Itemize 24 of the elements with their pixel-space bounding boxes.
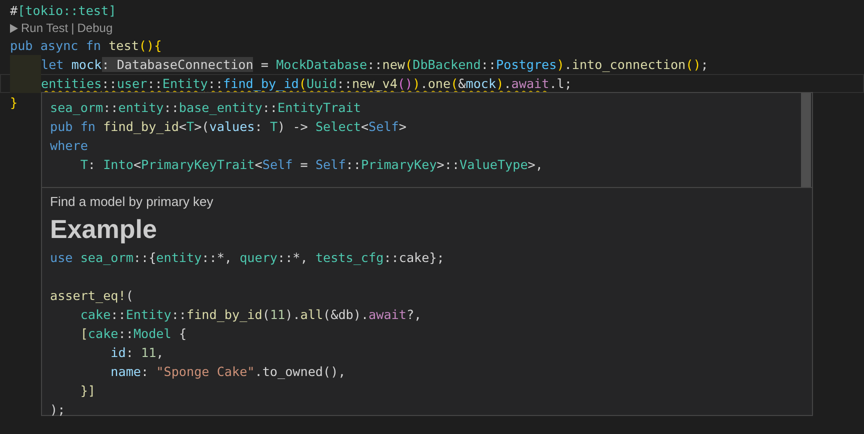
separator-text: | [71,20,74,36]
code-line: entities::user::Entity::find_by_id(Uuid::new_v4()).one(&mock).await.l; [41,75,572,93]
code-line: id: 11, [110,344,165,362]
code-line: #[tokio::test] [10,2,118,20]
code-line: name: "Sponge Cake".to_owned(), [110,363,347,381]
description-text: Find a model by primary key [50,193,214,211]
code-line: cake::Entity::find_by_id(11).all(&db).await?, [79,306,423,324]
code-line: use sea_orm::{entity::*, query::*, tests_cfg::cake}; [50,249,446,267]
code-line: assert_eq!( [50,287,134,305]
code-line: pub async fn test(){ [10,37,162,55]
signature-line: sea_orm::entity::base_entity::EntityTrait [50,99,362,117]
code-line: }] [79,382,96,400]
debug-link[interactable]: Debug [77,20,113,36]
code-line: let mock: DatabaseConnection = MockDatabase::new(DbBackend::Postgres).into_connection(); [41,56,708,74]
example-heading: Example [50,213,157,246]
code-line: [cake::Model { [79,325,188,343]
code-line: ); [50,401,66,419]
scrollbar-thumb[interactable] [801,93,811,187]
code-line: } [10,94,18,112]
signature-line: T: Into<PrimaryKeyTrait<Self = Self::PrimaryKey>::ValueType>, [79,156,544,174]
run-test-link[interactable]: Run Test [21,20,68,36]
signature-line: pub fn find_by_id<T>(values: T) -> Select<Self> [50,118,408,136]
signature-line: where [50,137,89,155]
play-icon [10,24,18,32]
